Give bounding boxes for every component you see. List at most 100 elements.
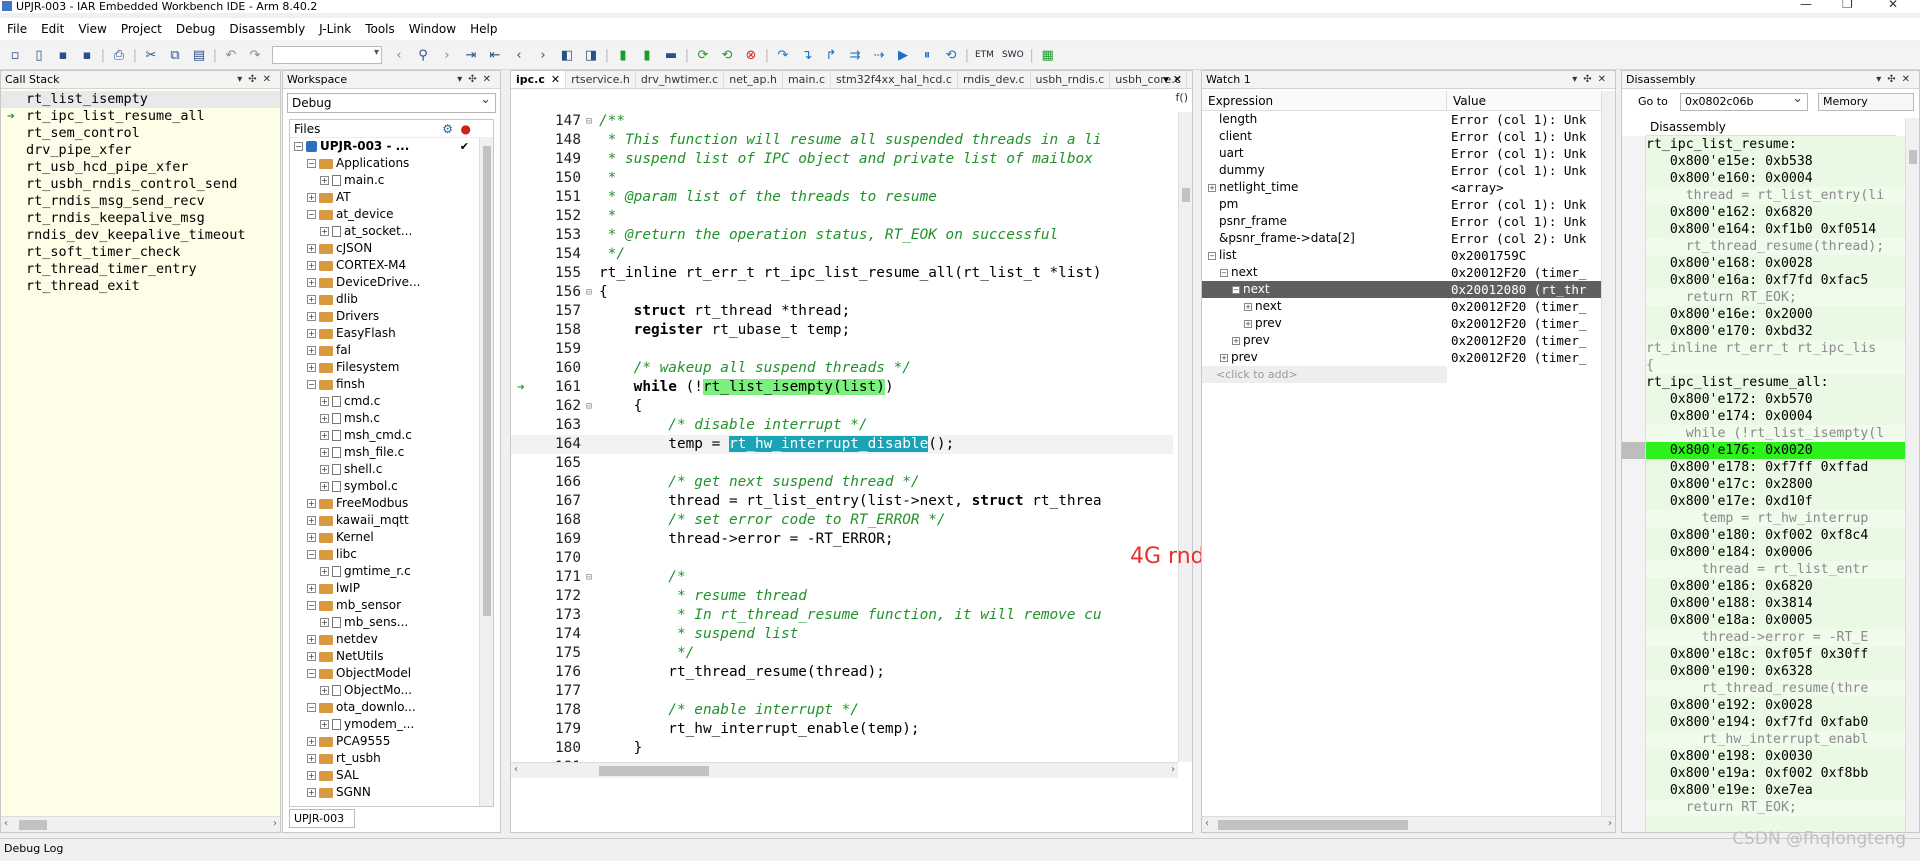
tree-item[interactable]: + fal <box>290 342 493 359</box>
code-line[interactable]: 155 rt_inline rt_err_t rt_ipc_list_resume… <box>511 264 1173 283</box>
expand-icon[interactable]: + <box>307 278 316 287</box>
disassembly-source-line[interactable]: thread->error = -RT_E <box>1646 629 1907 646</box>
watch-vscroll[interactable] <box>1601 91 1615 816</box>
collapse-icon[interactable]: − <box>1220 268 1228 277</box>
tab-usbh-rndis-c[interactable]: usbh_rndis.c <box>1031 71 1111 88</box>
expand-icon[interactable]: + <box>320 686 329 695</box>
disassembly-source-line[interactable]: thread = rt_list_entr <box>1646 561 1907 578</box>
disassembly-lines[interactable]: rt_ipc_list_resume: 0x800'e15e: 0xb538 0… <box>1646 136 1907 832</box>
disassembly-instruction[interactable]: 0x800'e170: 0xbd32 <box>1646 323 1907 340</box>
undo-icon[interactable]: ↶ <box>220 44 242 66</box>
cut-icon[interactable]: ✂ <box>140 44 162 66</box>
tab-rtservice-h[interactable]: rtservice.h <box>566 71 636 88</box>
tree-item[interactable]: + ObjectMo... <box>290 682 493 699</box>
redo-icon[interactable]: ↷ <box>244 44 266 66</box>
menu-project[interactable]: Project <box>114 22 169 36</box>
tab-buttons-icon[interactable]: ▾✕ <box>1163 73 1186 86</box>
expand-icon[interactable]: + <box>1232 336 1240 345</box>
expand-icon[interactable]: + <box>1244 319 1252 328</box>
compile-icon[interactable]: ▮ <box>612 44 634 66</box>
watch-row[interactable]: uart Error (col 1): Unk <box>1202 145 1602 162</box>
code-line[interactable]: 167 thread = rt_list_entry(list->next, s… <box>511 492 1173 511</box>
code-line[interactable]: 157 struct rt_thread *thread; <box>511 302 1173 321</box>
save-all-icon[interactable]: ▪ <box>76 44 98 66</box>
collapse-icon[interactable]: − <box>307 601 316 610</box>
disassembly-source-line[interactable]: return RT_EOK; <box>1646 289 1907 306</box>
tree-project[interactable]: − UPJR-003 - ... ✔ <box>290 138 493 155</box>
tab-stm32f4xx-hal-hcd-c[interactable]: stm32f4xx_hal_hcd.c <box>831 71 958 88</box>
expand-icon[interactable]: + <box>307 261 316 270</box>
browse-forward-icon[interactable]: ◨ <box>580 44 602 66</box>
workspace-tab[interactable]: UPJR-003 <box>289 809 355 828</box>
close-icon[interactable]: ✕ <box>1888 0 1898 11</box>
disassembly-instruction[interactable]: 0x800'e168: 0x0028 <box>1646 255 1907 272</box>
menu-window[interactable]: Window <box>402 22 463 36</box>
tree-item[interactable]: + SAL <box>290 767 493 784</box>
disassembly-instruction[interactable]: 0x800'e192: 0x0028 <box>1646 697 1907 714</box>
disassembly-instruction[interactable]: 0x800'e19e: 0xe7ea <box>1646 782 1907 799</box>
watch-row[interactable]: pm Error (col 1): Unk <box>1202 196 1602 213</box>
tab-drv-hwtimer-c[interactable]: drv_hwtimer.c <box>636 71 725 88</box>
fold-marker-icon[interactable]: ⊟ <box>582 568 596 587</box>
find-combo[interactable] <box>272 46 382 64</box>
tree-item[interactable]: + FreeModbus <box>290 495 493 512</box>
watch-row[interactable]: − list 0x2001759C <box>1202 247 1602 264</box>
tree-item[interactable]: + EasyFlash <box>290 325 493 342</box>
expand-icon[interactable]: + <box>307 244 316 253</box>
panel-buttons-icon[interactable]: ▾✣✕ <box>1876 71 1916 89</box>
watch-row[interactable]: + netlight_time <array> <box>1202 179 1602 196</box>
panel-buttons-icon[interactable]: ▾✣✕ <box>237 71 277 89</box>
disassembly-instruction[interactable]: 0x800'e16a: 0xf7fd 0xfac5 <box>1646 272 1907 289</box>
menu-j-link[interactable]: J-Link <box>312 22 358 36</box>
expand-icon[interactable]: + <box>320 465 329 474</box>
files-vscroll[interactable] <box>479 138 493 806</box>
watch-row[interactable]: + prev 0x20012F20 (timer_ <box>1202 332 1602 349</box>
disassembly-instruction[interactable]: 0x800'e19a: 0xf002 0xf8bb <box>1646 765 1907 782</box>
watch-row[interactable]: + prev 0x20012F20 (timer_ <box>1202 349 1602 366</box>
code-area[interactable]: 147 ⊟/** 148 * This function will resume a… <box>511 112 1173 762</box>
disassembly-source-line[interactable]: rt_hw_interrupt_enabl <box>1646 731 1907 748</box>
call-stack-item[interactable]: rt_rndis_keepalive_msg <box>1 210 280 227</box>
etm-button[interactable]: ETM <box>972 50 997 60</box>
code-line[interactable]: 150 * <box>511 169 1173 188</box>
find-icon[interactable]: ⚲ <box>412 44 434 66</box>
expand-icon[interactable]: + <box>320 414 329 423</box>
goto-address-input[interactable]: 0x0802c06b <box>1680 91 1808 111</box>
code-line[interactable]: 177 <box>511 682 1173 701</box>
code-line[interactable]: 163 /* disable interrupt */ <box>511 416 1173 435</box>
expand-icon[interactable]: + <box>307 499 316 508</box>
disassembly-instruction[interactable]: 0x800'e178: 0xf7ff 0xffad <box>1646 459 1907 476</box>
disassembly-label[interactable]: rt_ipc_list_resume: <box>1646 136 1907 153</box>
collapse-icon[interactable]: − <box>307 159 316 168</box>
tree-item[interactable]: − libc <box>290 546 493 563</box>
code-line[interactable]: 164 temp = rt_hw_interrupt_disable(); <box>511 435 1173 454</box>
disassembly-source-line[interactable]: temp = rt_hw_interrup <box>1646 510 1907 527</box>
find-next-icon[interactable]: › <box>436 44 458 66</box>
tree-item[interactable]: − Applications <box>290 155 493 172</box>
collapse-icon[interactable]: − <box>1208 251 1216 260</box>
expand-icon[interactable]: + <box>307 635 316 644</box>
tree-item[interactable]: + dlib <box>290 291 493 308</box>
call-stack-item[interactable]: drv_pipe_xfer <box>1 142 280 159</box>
call-stack-item[interactable]: rt_list_isempty <box>1 91 280 108</box>
function-nav-icon[interactable]: f() <box>1176 91 1188 104</box>
disassembly-instruction[interactable]: 0x800'e172: 0xb570 <box>1646 391 1907 408</box>
tab-main-c[interactable]: main.c <box>783 71 831 88</box>
watch-row[interactable]: length Error (col 1): Unk <box>1202 111 1602 128</box>
new-doc-icon[interactable]: ▯ <box>28 44 50 66</box>
tab-ipc-c[interactable]: ipc.c ✕ <box>511 71 567 88</box>
disassembly-instruction[interactable]: 0x800'e17e: 0xd10f <box>1646 493 1907 510</box>
code-line[interactable]: 170 <box>511 549 1173 568</box>
tree-item[interactable]: + Filesystem <box>290 359 493 376</box>
disassembly-instruction[interactable]: 0x800'e16e: 0x2000 <box>1646 306 1907 323</box>
expand-icon[interactable]: + <box>320 720 329 729</box>
call-stack-item[interactable]: rt_thread_exit <box>1 278 280 295</box>
watch-add-row[interactable]: <click to add> <box>1202 366 1602 383</box>
call-stack-hscroll[interactable]: ‹ › <box>1 816 280 832</box>
code-line[interactable]: 166 /* get next suspend thread */ <box>511 473 1173 492</box>
tree-item[interactable]: + lwIP <box>290 580 493 597</box>
expand-icon[interactable]: + <box>307 584 316 593</box>
print-icon[interactable]: ⎙ <box>108 44 130 66</box>
tree-item[interactable]: + AT <box>290 189 493 206</box>
download-debug-icon[interactable]: ⟲ <box>716 44 738 66</box>
